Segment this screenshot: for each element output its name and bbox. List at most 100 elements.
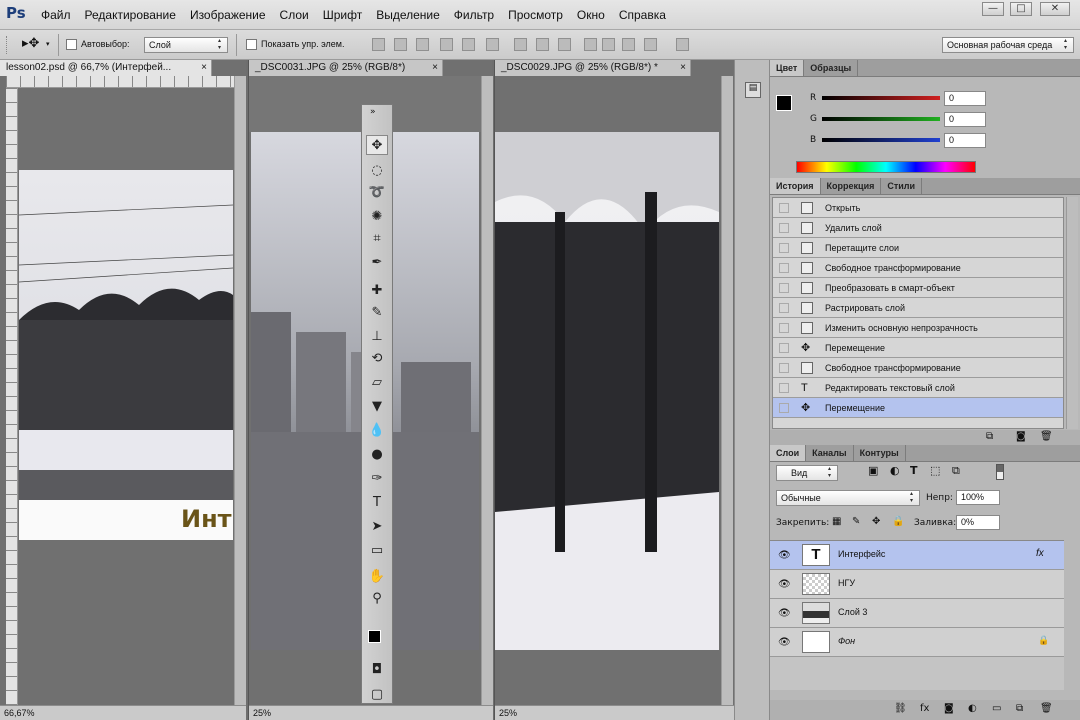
photoshop-logo[interactable]: Ps xyxy=(6,4,34,26)
eraser-tool-icon[interactable]: ▱ xyxy=(366,373,388,393)
distribute-icon[interactable] xyxy=(644,38,657,51)
eyedropper-tool-icon[interactable]: ✒ xyxy=(366,253,388,273)
align-icon[interactable] xyxy=(416,38,429,51)
layer-row[interactable]: 👁 T Интерфейс fx xyxy=(770,541,1064,570)
snapshot-icon[interactable]: ◙ xyxy=(1016,431,1026,442)
history-source-box[interactable] xyxy=(779,403,789,413)
adjustment-filter-icon[interactable]: ◐ xyxy=(890,464,900,477)
tab-adjustments[interactable]: Коррекция xyxy=(821,178,882,194)
hand-tool-icon[interactable]: ✋ xyxy=(366,567,388,587)
canvas-1[interactable]: Инт xyxy=(19,88,233,708)
workspace-dropdown[interactable]: Основная рабочая среда xyxy=(942,37,1074,53)
zoom-level[interactable]: 25% xyxy=(253,708,271,718)
distribute-icon[interactable] xyxy=(676,38,689,51)
eye-icon[interactable]: 👁 xyxy=(778,579,791,590)
tab-swatches[interactable]: Образцы xyxy=(804,60,859,76)
channel-slider[interactable] xyxy=(822,138,940,142)
align-icon[interactable] xyxy=(462,38,475,51)
distribute-icon[interactable] xyxy=(536,38,549,51)
history-source-box[interactable] xyxy=(779,343,789,353)
history-item[interactable]: Удалить слой xyxy=(773,218,1063,238)
color-spectrum[interactable] xyxy=(796,161,976,173)
menu-item[interactable]: Справка xyxy=(612,8,673,22)
eye-icon[interactable]: 👁 xyxy=(778,550,791,561)
lock-position-icon[interactable]: ✥ xyxy=(872,516,880,527)
history-item[interactable]: Изменить основную непрозрачность xyxy=(773,318,1063,338)
history-item[interactable]: ✥ Перемещение xyxy=(773,338,1063,358)
history-item[interactable]: T Редактировать текстовый слой xyxy=(773,378,1063,398)
screen-mode-icon[interactable]: ▢ xyxy=(366,685,388,705)
new-layer-icon[interactable]: ⧉ xyxy=(1016,703,1023,714)
align-icon[interactable] xyxy=(440,38,453,51)
channel-value-input[interactable]: 0 xyxy=(944,112,986,127)
history-item[interactable]: Свободное трансформирование xyxy=(773,358,1063,378)
doc-tab-1[interactable]: lesson02.psd @ 66,7% (Интерфей... × xyxy=(0,60,212,76)
layer-row[interactable]: 👁 Слой 3 xyxy=(770,599,1064,628)
menu-item[interactable]: Просмотр xyxy=(501,8,570,22)
show-controls-checkbox[interactable] xyxy=(246,39,257,50)
menu-item[interactable]: Слои xyxy=(273,8,316,22)
history-item[interactable]: Свободное трансформирование xyxy=(773,258,1063,278)
link-layers-icon[interactable]: ⛓ xyxy=(894,703,907,714)
tab-styles[interactable]: Стили xyxy=(881,178,923,194)
blur-tool-icon[interactable]: 💧 xyxy=(366,421,388,441)
history-source-box[interactable] xyxy=(779,203,789,213)
history-source-box[interactable] xyxy=(779,323,789,333)
menu-item[interactable]: Файл xyxy=(34,8,78,22)
history-source-box[interactable] xyxy=(779,243,789,253)
menu-item[interactable]: Изображение xyxy=(183,8,273,22)
align-icon[interactable] xyxy=(394,38,407,51)
shape-filter-icon[interactable]: ⬚ xyxy=(930,464,940,477)
history-item[interactable]: Перетащите слои xyxy=(773,238,1063,258)
chevron-down-icon[interactable]: ▾ xyxy=(46,40,50,48)
park-photo[interactable] xyxy=(495,132,719,650)
layer-name[interactable]: НГУ xyxy=(838,578,855,588)
foreground-color-swatch[interactable] xyxy=(776,95,792,111)
path-select-tool-icon[interactable]: ➤ xyxy=(366,517,388,537)
layer-name[interactable]: Интерфейс xyxy=(838,549,885,559)
menu-item[interactable]: Выделение xyxy=(369,8,447,22)
tab-color[interactable]: Цвет xyxy=(770,60,805,76)
history-source-box[interactable] xyxy=(779,383,789,393)
menu-item[interactable]: Редактирование xyxy=(78,8,183,22)
add-mask-icon[interactable]: ◙ xyxy=(944,703,954,714)
layer-row[interactable]: 👁 Фон 🔒 xyxy=(770,628,1064,657)
layer-name[interactable]: Фон xyxy=(838,636,855,646)
distribute-icon[interactable] xyxy=(514,38,527,51)
healing-brush-tool-icon[interactable]: ✚ xyxy=(366,281,388,301)
doc-tab-3[interactable]: _DSC0029.JPG @ 25% (RGB/8*) * × xyxy=(495,60,691,76)
new-group-icon[interactable]: ▭ xyxy=(992,703,1001,714)
history-source-box[interactable] xyxy=(779,223,789,233)
close-icon[interactable]: × xyxy=(432,60,442,76)
align-icon[interactable] xyxy=(372,38,385,51)
layer-row[interactable]: 👁 НГУ xyxy=(770,570,1064,599)
lock-all-icon[interactable]: 🔒 xyxy=(892,516,904,527)
filter-toggle[interactable] xyxy=(996,464,1004,480)
history-source-box[interactable] xyxy=(779,263,789,273)
fx-badge[interactable]: fx xyxy=(1036,548,1044,559)
vertical-scrollbar[interactable] xyxy=(234,76,246,708)
history-item[interactable]: ✥ Перемещение xyxy=(773,398,1063,418)
zoom-level[interactable]: 25% xyxy=(499,708,517,718)
quick-mask-icon[interactable]: ◘ xyxy=(366,660,388,680)
type-tool-icon[interactable]: T xyxy=(366,493,388,513)
dodge-tool-icon[interactable]: ● xyxy=(366,445,388,465)
eye-icon[interactable]: 👁 xyxy=(778,608,791,619)
maximize-button[interactable]: □ xyxy=(1010,2,1032,16)
brush-tool-icon[interactable]: ✎ xyxy=(366,303,388,323)
auto-select-dropdown[interactable]: Слой xyxy=(144,37,228,53)
channel-value-input[interactable]: 0 xyxy=(944,91,986,106)
distribute-icon[interactable] xyxy=(558,38,571,51)
lock-image-icon[interactable]: ✎ xyxy=(852,516,860,527)
adjustment-layer-icon[interactable]: ◐ xyxy=(968,703,977,714)
fx-icon[interactable]: fx xyxy=(920,703,929,714)
distribute-icon[interactable] xyxy=(602,38,615,51)
clone-stamp-tool-icon[interactable]: ⊥ xyxy=(366,327,388,347)
history-source-box[interactable] xyxy=(779,283,789,293)
move-tool-icon[interactable]: ▸✥ xyxy=(22,36,39,51)
distribute-icon[interactable] xyxy=(622,38,635,51)
history-item[interactable]: Преобразовать в смарт-объект xyxy=(773,278,1063,298)
image-filter-icon[interactable]: ▣ xyxy=(868,464,878,477)
quick-select-tool-icon[interactable]: ✺ xyxy=(366,207,388,227)
history-source-box[interactable] xyxy=(779,363,789,373)
